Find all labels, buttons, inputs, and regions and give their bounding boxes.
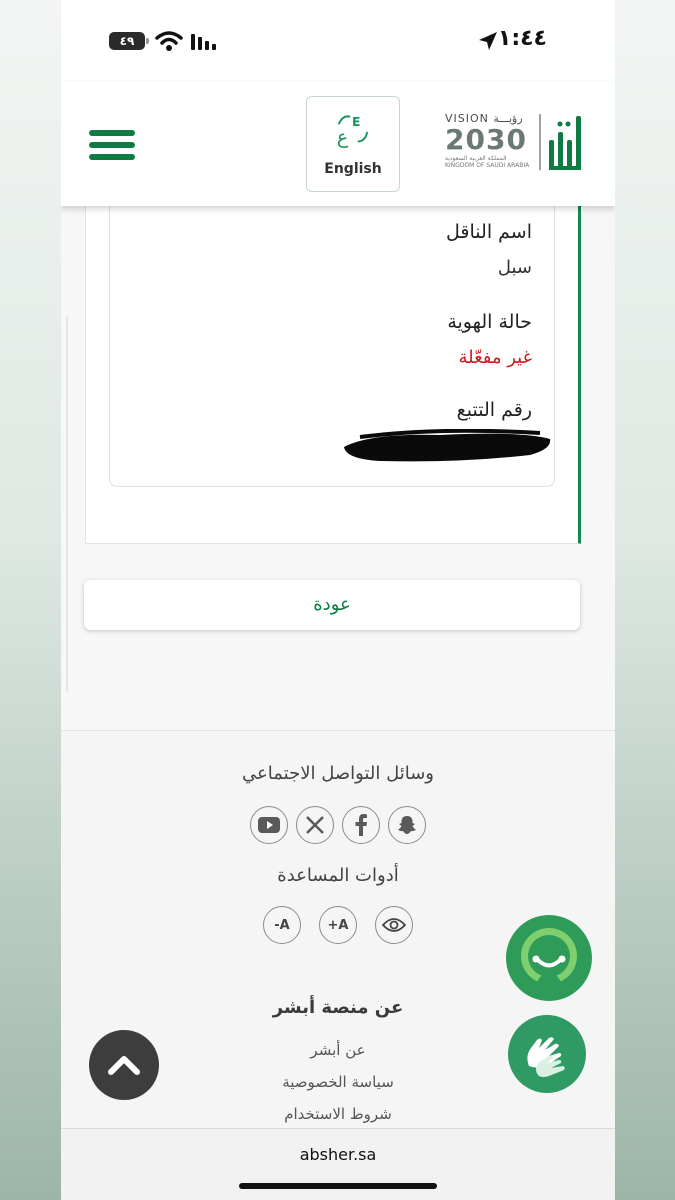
location-arrow-icon xyxy=(479,32,497,50)
x-twitter-icon[interactable] xyxy=(296,806,334,844)
absher-logo xyxy=(539,114,581,170)
site-header: E ع English VISION رؤيـــة 2030 المملكة … xyxy=(61,82,615,206)
status-time: ١:٤٤ xyxy=(497,26,547,51)
chevron-up-icon xyxy=(108,1056,140,1075)
sign-language-hands-icon xyxy=(527,1037,565,1077)
youtube-icon[interactable] xyxy=(250,806,288,844)
language-button-label: English xyxy=(324,161,382,177)
identity-status-label: حالة الهوية xyxy=(447,311,532,333)
redacted-tracking-number xyxy=(344,429,551,462)
vision-2030-logo: VISION رؤيـــة 2030 المملكة العربية السع… xyxy=(445,112,530,169)
sign-language-button[interactable] xyxy=(508,1015,586,1093)
menu-bar-icon xyxy=(89,154,135,160)
font-decrease-button[interactable]: -A xyxy=(263,906,301,944)
snapchat-icon[interactable] xyxy=(388,806,426,844)
tracking-number-label: رقم التتبع xyxy=(456,399,532,421)
accessibility-tools-title: أدوات المساعدة xyxy=(277,865,399,886)
svg-text:E: E xyxy=(352,115,360,129)
status-bar: ٤٩ ١:٤٤ xyxy=(61,0,615,82)
battery-indicator: ٤٩ xyxy=(109,32,149,50)
footer-link-terms[interactable]: شروط الاستخدام xyxy=(61,1105,615,1123)
chat-support-button[interactable] xyxy=(506,915,592,1001)
url-text[interactable]: absher.sa xyxy=(61,1145,615,1164)
shipment-info-panel: اسم الناقل سبل حالة الهوية غير مفعّلة رق… xyxy=(109,197,555,487)
shipment-details-card: اسم الناقل سبل حالة الهوية غير مفعّلة رق… xyxy=(85,196,581,544)
identity-status-value: غير مفعّلة xyxy=(458,347,532,368)
svg-text:ع: ع xyxy=(337,126,349,148)
menu-bar-icon xyxy=(89,130,135,136)
scroll-to-top-button[interactable] xyxy=(89,1030,159,1100)
browser-address-bar[interactable]: absher.sa xyxy=(61,1128,615,1200)
hamburger-menu-button[interactable] xyxy=(89,130,135,160)
font-increase-button[interactable]: +A xyxy=(319,906,357,944)
wifi-icon xyxy=(155,31,183,51)
carrier-label: اسم الناقل xyxy=(446,221,532,243)
social-media-title: وسائل التواصل الاجتماعي xyxy=(242,763,434,784)
language-switch-button[interactable]: E ع English xyxy=(306,96,400,192)
home-indicator[interactable] xyxy=(239,1183,437,1189)
cellular-signal-icon xyxy=(191,34,216,50)
back-button[interactable]: عودة xyxy=(84,580,580,630)
phone-screen: ٤٩ ١:٤٤ E ع English VISION رؤيـــة 2030 … xyxy=(61,0,615,1200)
menu-bar-icon xyxy=(89,142,135,148)
language-switch-icon: E ع xyxy=(337,115,369,148)
contrast-eye-icon[interactable] xyxy=(375,906,413,944)
social-icons-row xyxy=(61,806,615,844)
carrier-value: سبل xyxy=(497,257,532,278)
scrollbar-track[interactable] xyxy=(66,316,68,692)
chat-support-icon xyxy=(508,917,590,999)
facebook-icon[interactable] xyxy=(342,806,380,844)
